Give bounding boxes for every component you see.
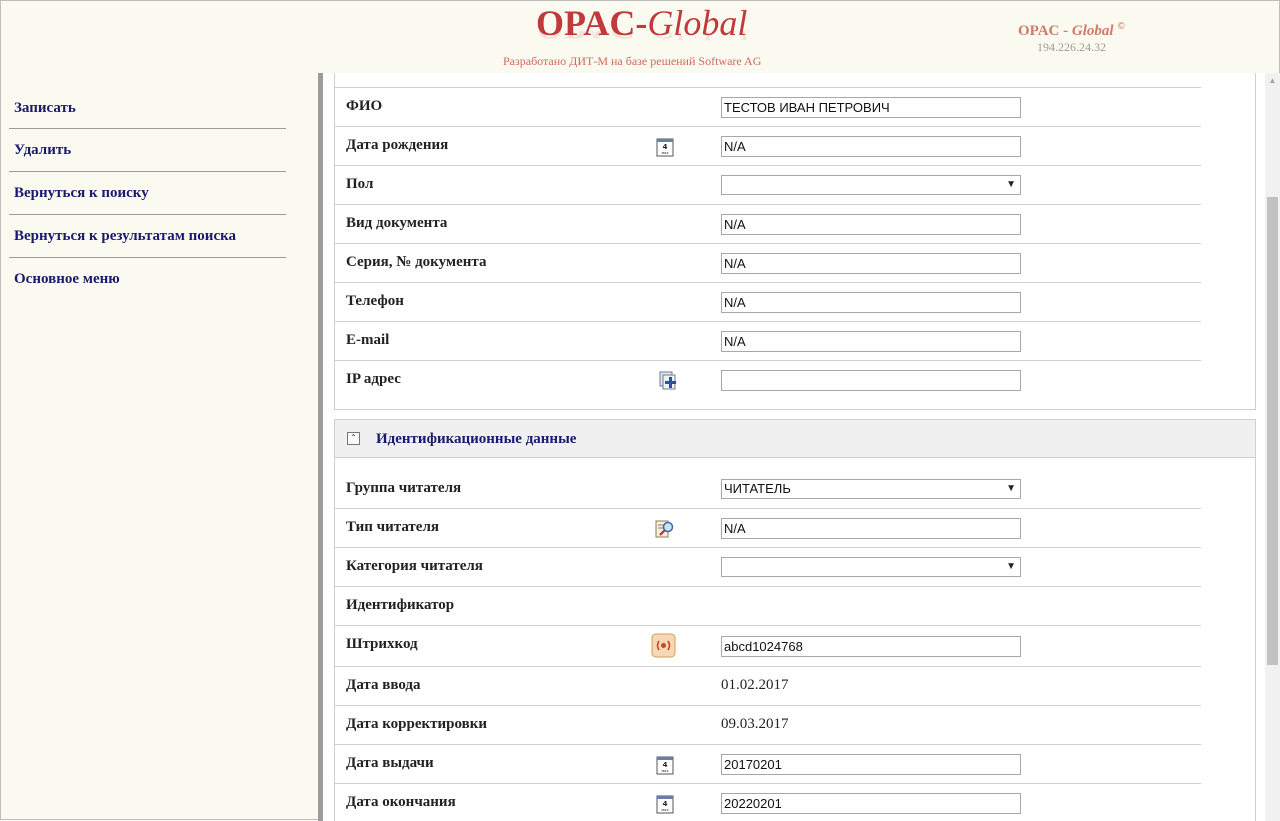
scrollbar-thumb[interactable]: [1267, 197, 1278, 665]
field-label: Вид документа: [346, 215, 448, 231]
chevron-down-icon: ▼: [1006, 179, 1016, 190]
row-reader-type: Тип читателя N/A: [335, 509, 1201, 548]
section-header: ⌃ Идентификационные данные: [335, 420, 1255, 458]
calendar-day: 4: [663, 800, 668, 808]
calendar-month: мая: [662, 151, 669, 155]
row-correction-date: Дата корректировки 09.03.2017: [335, 706, 1201, 745]
row-phone: Телефон N/A: [335, 283, 1201, 322]
personal-data-panel: ФИО ТЕСТОВ ИВАН ПЕТРОВИЧ Дата рождения 4…: [334, 73, 1256, 410]
field-label: Категория читателя: [346, 558, 483, 574]
field-label: Пол: [346, 176, 374, 192]
field-label: Дата выдачи: [346, 755, 434, 771]
full-name-input[interactable]: ТЕСТОВ ИВАН ПЕТРОВИЧ: [721, 97, 1021, 118]
barcode-input[interactable]: abcd1024768: [721, 636, 1021, 657]
identification-panel: ⌃ Идентификационные данные Группа читате…: [334, 419, 1256, 821]
calendar-icon[interactable]: 4 мая: [655, 755, 675, 775]
section-title: Идентификационные данные: [376, 431, 577, 447]
gender-select[interactable]: ▼: [721, 175, 1021, 195]
sidebar-item-back-to-search[interactable]: Вернуться к поиску: [9, 172, 286, 215]
row-document-number: Серия, № документа N/A: [335, 244, 1201, 283]
field-label: ФИО: [346, 98, 383, 114]
app-logo-reflection: OPAC-Global: [536, 31, 747, 47]
add-ip-icon[interactable]: [659, 371, 679, 391]
row-email: E-mail N/A: [335, 322, 1201, 361]
field-label: E-mail: [346, 332, 390, 348]
vertical-scrollbar[interactable]: ▲: [1265, 73, 1280, 821]
document-number-input[interactable]: N/A: [721, 253, 1021, 274]
issue-date-input[interactable]: 20170201: [721, 754, 1021, 775]
birth-date-input[interactable]: N/A: [721, 136, 1021, 157]
collapse-icon[interactable]: ⌃: [347, 432, 360, 445]
phone-input[interactable]: N/A: [721, 292, 1021, 313]
chevron-down-icon: ▼: [1006, 483, 1016, 494]
row-end-date: Дата окончания 4 мая 20220201: [335, 784, 1201, 821]
row-identifier: Идентификатор: [335, 587, 1201, 626]
page-header: OPAC-Global OPAC-Global Разработано ДИТ-…: [1, 1, 1279, 73]
row-gender: Пол ▼: [335, 166, 1201, 205]
field-label: Дата рождения: [346, 137, 449, 153]
row-reader-category: Категория читателя ▼: [335, 548, 1201, 587]
barcode-scanner-icon[interactable]: [651, 633, 676, 658]
calendar-icon[interactable]: 4 мая: [655, 137, 675, 157]
field-label: Дата ввода: [346, 677, 421, 693]
calendar-month: мая: [662, 808, 669, 812]
row-issue-date: Дата выдачи 4 мая 20170201: [335, 745, 1201, 784]
sidebar-item-delete[interactable]: Удалить: [9, 129, 286, 172]
field-label: Идентификатор: [346, 597, 455, 613]
entry-date-value: 01.02.2017: [721, 677, 789, 693]
panel-top-row: [335, 73, 1201, 88]
reader-group-select[interactable]: ЧИТАТЕЛЬ ▼: [721, 479, 1021, 499]
sidebar-item-main-menu[interactable]: Основное меню: [9, 258, 286, 301]
calendar-icon[interactable]: 4 мая: [655, 794, 675, 814]
field-label: Телефон: [346, 293, 404, 309]
field-label: Серия, № документа: [346, 254, 487, 270]
field-label: Дата корректировки: [346, 716, 488, 732]
field-label: IP адрес: [346, 371, 401, 387]
row-entry-date: Дата ввода 01.02.2017: [335, 667, 1201, 706]
app-subtitle: Разработано ДИТ-М на базе решений Softwa…: [503, 54, 762, 68]
row-barcode: Штрихкод abcd1024768: [335, 626, 1201, 667]
field-label: Дата окончания: [346, 794, 456, 810]
end-date-input[interactable]: 20220201: [721, 793, 1021, 814]
search-icon[interactable]: [655, 519, 675, 539]
email-input[interactable]: N/A: [721, 331, 1021, 352]
document-type-input[interactable]: N/A: [721, 214, 1021, 235]
row-full-name: ФИО ТЕСТОВ ИВАН ПЕТРОВИЧ: [335, 88, 1201, 127]
row-birth-date: Дата рождения 4 мая N/A: [335, 127, 1201, 166]
calendar-day: 4: [663, 761, 668, 769]
reader-category-select[interactable]: ▼: [721, 557, 1021, 577]
sidebar-item-back-to-results[interactable]: Вернуться к результатам поиска: [9, 215, 286, 258]
field-label: Тип читателя: [346, 519, 439, 535]
row-reader-group: Группа читателя ЧИТАТЕЛЬ ▼: [335, 470, 1201, 509]
row-ip-address: IP адрес: [335, 361, 1201, 400]
field-label: Группа читателя: [346, 480, 462, 496]
row-document-type: Вид документа N/A: [335, 205, 1201, 244]
calendar-day: 4: [663, 143, 668, 151]
sidebar-menu: Записать Удалить Вернуться к поиску Верн…: [9, 87, 286, 301]
scroll-up-icon[interactable]: ▲: [1265, 73, 1280, 88]
ip-address-input[interactable]: [721, 370, 1021, 391]
sidebar-item-save[interactable]: Записать: [9, 87, 286, 129]
brand-name: OPAC - Global ©: [1018, 21, 1125, 39]
server-ip: 194.226.24.32: [1037, 40, 1106, 54]
calendar-month: мая: [662, 769, 669, 773]
correction-date-value: 09.03.2017: [721, 716, 789, 732]
reader-type-input[interactable]: N/A: [721, 518, 1021, 539]
main-content: ФИО ТЕСТОВ ИВАН ПЕТРОВИЧ Дата рождения 4…: [323, 73, 1265, 821]
field-label: Штрихкод: [346, 636, 418, 652]
chevron-down-icon: ▼: [1006, 561, 1016, 572]
